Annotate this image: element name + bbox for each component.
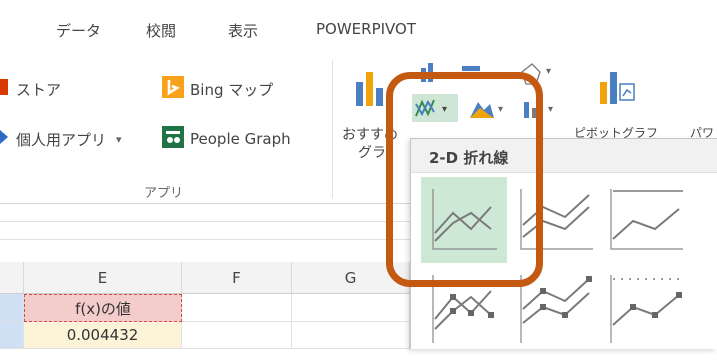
cell-e-value[interactable]: 0.004432: [24, 322, 182, 349]
cell-e-header[interactable]: f(x)の値: [24, 294, 182, 322]
store-label: ストア: [16, 80, 62, 99]
store-button[interactable]: ストア: [0, 76, 61, 102]
people-graph-icon: [162, 126, 184, 152]
people-graph-label: People Graph: [190, 130, 291, 148]
my-apps-label: 個人用アプリ: [16, 130, 107, 149]
cell-f2[interactable]: [182, 322, 292, 349]
cell-f1[interactable]: [182, 294, 292, 322]
tab-view[interactable]: 表示: [228, 20, 258, 41]
bing-maps-button[interactable]: Bing マップ: [162, 76, 273, 102]
line-chart-thumb-100-stacked-line[interactable]: [603, 177, 689, 263]
my-apps-icon: [0, 128, 10, 150]
column-header-f[interactable]: F: [182, 262, 292, 294]
my-apps-button[interactable]: 個人用アプリ ▾: [0, 126, 122, 152]
svg-text:▾: ▾: [548, 104, 553, 115]
divider: [0, 239, 410, 240]
bing-maps-label: Bing マップ: [190, 80, 274, 99]
highlight-annotation: [386, 72, 543, 287]
store-icon: [0, 78, 10, 100]
formula-bar-area: [0, 205, 410, 260]
apps-group-label: アプリ: [144, 186, 184, 201]
cell-g2[interactable]: [292, 322, 410, 349]
recommended-charts-label-line2[interactable]: グラ: [358, 142, 386, 162]
column-header-e[interactable]: E: [24, 262, 182, 294]
tab-data[interactable]: データ: [56, 20, 101, 41]
column-header-prev[interactable]: [0, 262, 24, 294]
divider: [0, 221, 410, 222]
bing-icon: [162, 76, 184, 102]
pivot-chart-icon[interactable]: [598, 68, 638, 108]
spreadsheet-grid: E F G f(x)の値 0.004432: [0, 262, 410, 349]
tab-powerpivot[interactable]: POWERPIVOT: [316, 20, 416, 38]
tab-review[interactable]: 校閲: [146, 20, 176, 41]
cell-g1[interactable]: [292, 294, 410, 322]
row-selector[interactable]: [0, 294, 24, 322]
ribbon-tab-row: データ 校閲 表示 POWERPIVOT: [0, 0, 717, 54]
svg-text:▾: ▾: [546, 66, 551, 77]
people-graph-button[interactable]: People Graph: [162, 126, 291, 152]
group-separator: [332, 60, 333, 198]
line-chart-thumb-100-stacked-line-markers[interactable]: [603, 271, 689, 357]
chevron-down-icon[interactable]: ▾: [116, 133, 122, 146]
row-selector[interactable]: [0, 322, 24, 349]
